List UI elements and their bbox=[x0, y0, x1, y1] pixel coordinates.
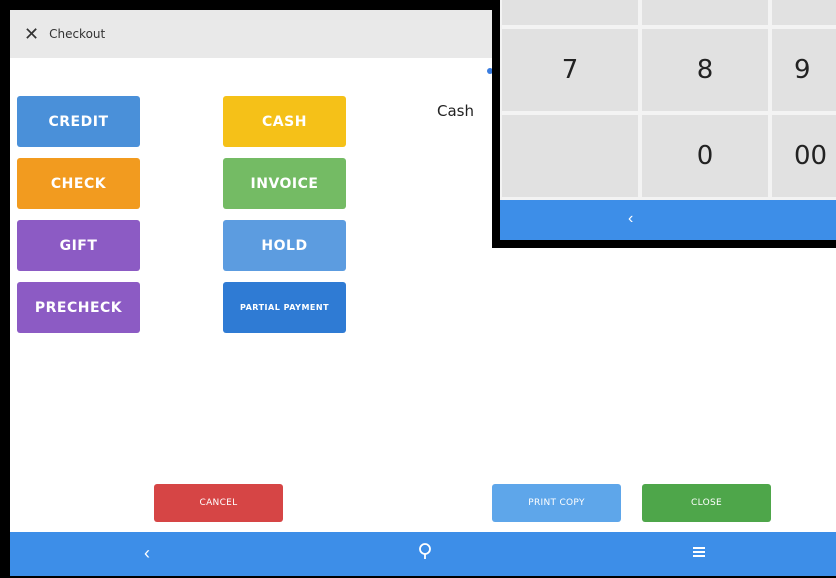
home-icon[interactable] bbox=[418, 543, 434, 563]
close-icon[interactable]: ✕ bbox=[24, 25, 39, 43]
key-0[interactable]: 0 bbox=[642, 115, 768, 197]
keypad-blank-key bbox=[502, 115, 638, 197]
key-8[interactable]: 8 bbox=[642, 29, 768, 111]
close-button[interactable]: CLOSE bbox=[642, 484, 771, 522]
precheck-button[interactable]: PRECHECK bbox=[17, 282, 140, 333]
key-00[interactable]: 00 bbox=[772, 115, 836, 197]
system-navbar: ‹ bbox=[10, 532, 836, 576]
cash-button[interactable]: CASH bbox=[223, 96, 346, 147]
keypad-inset: 7 8 9 0 00 ‹ bbox=[492, 0, 836, 248]
partial-payment-button[interactable]: PARTIAL PAYMENT bbox=[223, 282, 346, 333]
page-title: Checkout bbox=[49, 27, 106, 41]
invoice-button[interactable]: INVOICE bbox=[223, 158, 346, 209]
key-7[interactable]: 7 bbox=[502, 29, 638, 111]
key-9[interactable]: 9 bbox=[772, 29, 836, 111]
back-icon[interactable]: ‹ bbox=[628, 209, 633, 229]
gift-button[interactable]: GIFT bbox=[17, 220, 140, 271]
keypad-navbar: ‹ bbox=[500, 200, 836, 240]
numeric-keypad: 7 8 9 0 00 ‹ bbox=[500, 0, 836, 240]
cancel-button[interactable]: CANCEL bbox=[154, 484, 283, 522]
hold-button[interactable]: HOLD bbox=[223, 220, 346, 271]
keypad-key[interactable] bbox=[772, 0, 836, 25]
keypad-key[interactable] bbox=[642, 0, 768, 25]
selected-method-label: Cash bbox=[437, 102, 474, 120]
menu-icon[interactable] bbox=[692, 543, 706, 563]
credit-button[interactable]: CREDIT bbox=[17, 96, 140, 147]
back-icon[interactable]: ‹ bbox=[144, 543, 150, 563]
check-button[interactable]: CHECK bbox=[17, 158, 140, 209]
print-copy-button[interactable]: PRINT COPY bbox=[492, 484, 621, 522]
keypad-key[interactable] bbox=[502, 0, 638, 25]
